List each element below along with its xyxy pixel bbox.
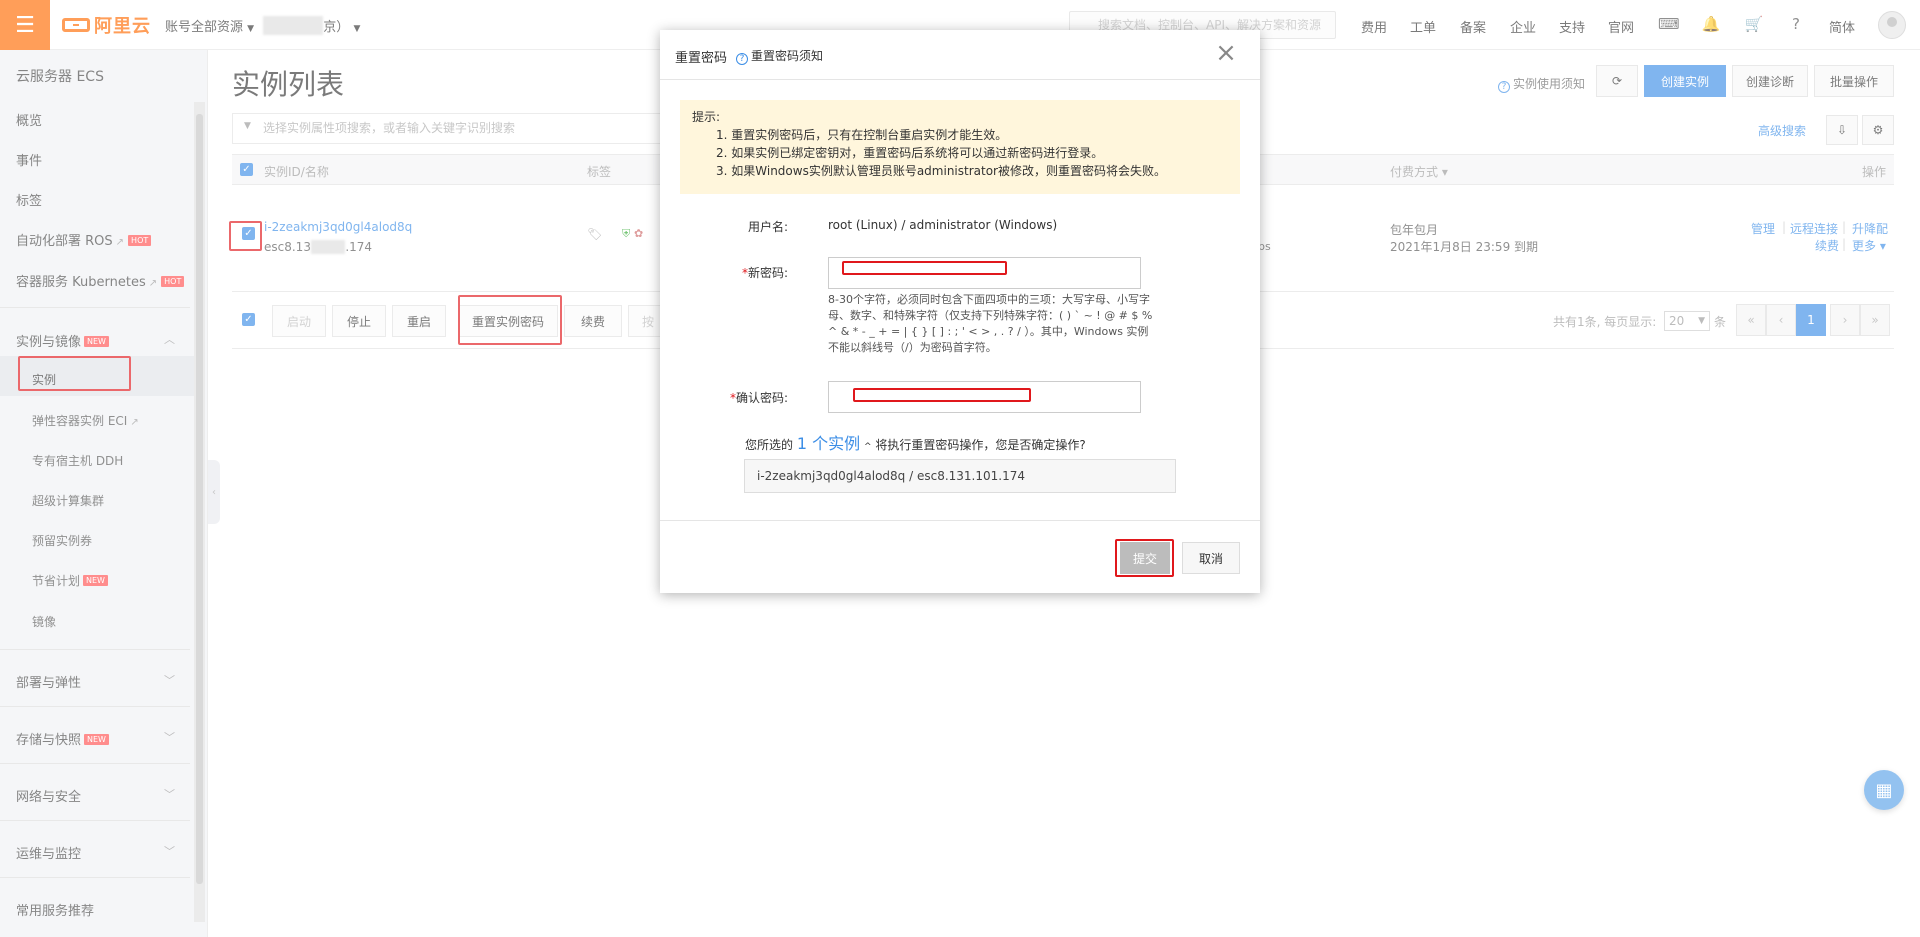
question-icon: ? (736, 53, 748, 65)
confirm-password-label-text: 确认密码: (735, 391, 788, 405)
reset-password-dialog: 重置密码 ? 重置密码须知 × 提示: 1. 重置实例密码后，只有在控制台重启实例… (660, 30, 1260, 593)
sel-suffix: 将执行重置密码操作，您是否确定操作? (875, 438, 1086, 452)
cancel-button[interactable]: 取消 (1182, 542, 1240, 574)
tip-1: 1. 重置实例密码后，只有在控制台重启实例才能生效。 (716, 128, 1008, 142)
tip-3: 3. 如果Windows实例默认管理员账号administrator被修改，则重… (716, 164, 1166, 178)
username-label: 用户名: (747, 220, 788, 234)
help-label: 重置密码须知 (751, 49, 824, 63)
dialog-title: 重置密码 (675, 51, 728, 66)
dialog-footer-divider (660, 520, 1260, 521)
username-value: root (Linux) / administrator (Windows) (828, 218, 1058, 232)
chevron-up-icon[interactable]: ^ (864, 442, 872, 452)
dialog-header: 重置密码 ? 重置密码须知 × (660, 30, 1260, 80)
reset-password-help-link[interactable]: ? 重置密码须知 (736, 47, 823, 65)
new-password-label: *新密码: (741, 266, 788, 280)
sel-prefix: 您所选的 (745, 438, 794, 452)
tip-title: 提示: (692, 110, 721, 124)
confirm-password-label: *确认密码: (729, 391, 788, 405)
redaction-mark (842, 261, 1007, 275)
password-hint: 8-30个字符，必须同时包含下面四项中的三项：大写字母、小写字母、数字、和特殊字… (828, 293, 1153, 354)
selected-instance-list: i-2zeakmj3qd0gl4alod8q / esc8.131.101.17… (744, 459, 1176, 493)
highlight-box-submit (1115, 539, 1174, 577)
new-password-label-text: 新密码: (747, 266, 788, 280)
redaction-mark (853, 388, 1031, 402)
selected-count-link[interactable]: 1 个实例 (797, 434, 860, 453)
tip-2: 2. 如果实例已绑定密钥对，重置密码后系统将可以通过新密码进行登录。 (716, 146, 1104, 160)
close-icon[interactable]: × (1212, 40, 1240, 68)
tip-box: 提示: 1. 重置实例密码后，只有在控制台重启实例才能生效。 2. 如果实例已绑… (680, 100, 1240, 194)
selection-summary: 您所选的 1 个实例 ^ 将执行重置密码操作，您是否确定操作? (745, 430, 1086, 454)
